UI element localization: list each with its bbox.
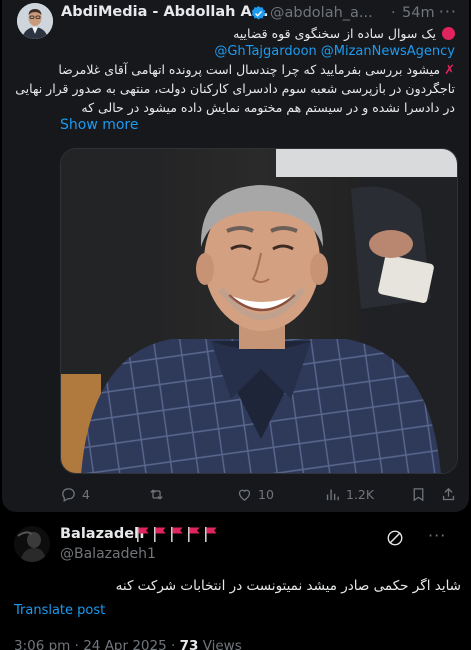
warning-icon: ✗ xyxy=(444,63,455,78)
flag-emojis xyxy=(136,526,218,544)
post-meta: 3:06 pm · 24 Apr 2025 · 73 Views xyxy=(14,638,242,650)
mention-link[interactable]: @MizanNewsAgency xyxy=(321,44,455,59)
separator: · xyxy=(171,638,176,650)
handle[interactable]: @abdolah_a... xyxy=(270,5,373,21)
reply-more-icon[interactable]: ··· xyxy=(428,526,446,545)
red-flag-icon xyxy=(171,527,183,542)
more-icon[interactable]: ··· xyxy=(439,2,457,21)
red-flag-icon xyxy=(137,527,149,542)
red-circle-icon xyxy=(442,27,455,40)
show-more-link[interactable]: Show more xyxy=(60,117,139,133)
share-button[interactable] xyxy=(440,484,462,504)
repost-button[interactable] xyxy=(148,484,170,504)
reply-handle[interactable]: @Balazadeh1 xyxy=(60,546,156,562)
red-flag-icon xyxy=(205,527,217,542)
grok-icon[interactable] xyxy=(386,529,404,547)
tweet-photo[interactable] xyxy=(60,148,458,474)
timestamp[interactable]: 54m xyxy=(402,5,435,21)
photo-man-smiling xyxy=(61,149,457,473)
red-flag-icon xyxy=(154,527,166,542)
post-date[interactable]: 24 Apr 2025 xyxy=(83,638,166,650)
like-icon xyxy=(238,489,251,501)
bookmark-icon xyxy=(413,487,424,501)
reply-avatar[interactable] xyxy=(14,526,50,562)
views-count: 1.2K xyxy=(346,486,375,502)
share-icon xyxy=(442,487,455,500)
reply-count: 4 xyxy=(82,486,90,502)
views-icon xyxy=(326,489,339,500)
reply-display-name[interactable]: Balazadeh xyxy=(60,526,144,542)
separator: · xyxy=(391,5,396,21)
translate-post-link[interactable]: Translate post xyxy=(14,603,105,618)
tweet-text-line: یک سوال ساده از سخنگوی قوه قضاییه xyxy=(233,26,455,41)
tweet-text-line: ✗میشود بررسی بفرمایید که چرا چندسال است … xyxy=(58,62,455,78)
like-button[interactable]: 10 xyxy=(236,484,274,504)
views-count: 73 xyxy=(179,638,199,650)
separator: · xyxy=(74,638,79,650)
avatar-portrait xyxy=(17,3,53,39)
post-time[interactable]: 3:06 pm xyxy=(14,638,70,650)
reply-text: شاید اگر حکمی صادر میشد نمیتونست در انتخ… xyxy=(115,578,461,594)
avatar-dark-figure xyxy=(14,526,50,562)
avatar[interactable] xyxy=(17,3,53,39)
verified-badge-icon xyxy=(251,6,266,20)
quoted-tweet-card[interactable]: AbdiMedia - Abdollah A... @abdolah_a... … xyxy=(2,0,469,512)
reply-button[interactable]: 4 xyxy=(60,484,90,504)
reply-icon xyxy=(62,487,75,502)
like-count: 10 xyxy=(258,486,274,502)
mention-links: @GhTajgardoon @MizanNewsAgency xyxy=(210,44,455,59)
mention-link[interactable]: @GhTajgardoon xyxy=(214,44,316,59)
views-label: Views xyxy=(202,638,242,650)
tweet-text-line: تاجگردون در بازپرسی شعبه سوم دادسرای کار… xyxy=(15,81,455,96)
tweet-text-line: در دادسرا نشده و در سیستم هم مختومه نمای… xyxy=(81,100,455,115)
tweet-actions: 4 10 1.2K xyxy=(60,484,460,504)
views-button[interactable]: 1.2K xyxy=(324,484,374,504)
display-name[interactable]: AbdiMedia - Abdollah A... xyxy=(61,4,269,20)
bookmark-button[interactable] xyxy=(410,484,432,504)
repost-icon xyxy=(150,488,163,500)
red-flag-icon xyxy=(188,527,200,542)
